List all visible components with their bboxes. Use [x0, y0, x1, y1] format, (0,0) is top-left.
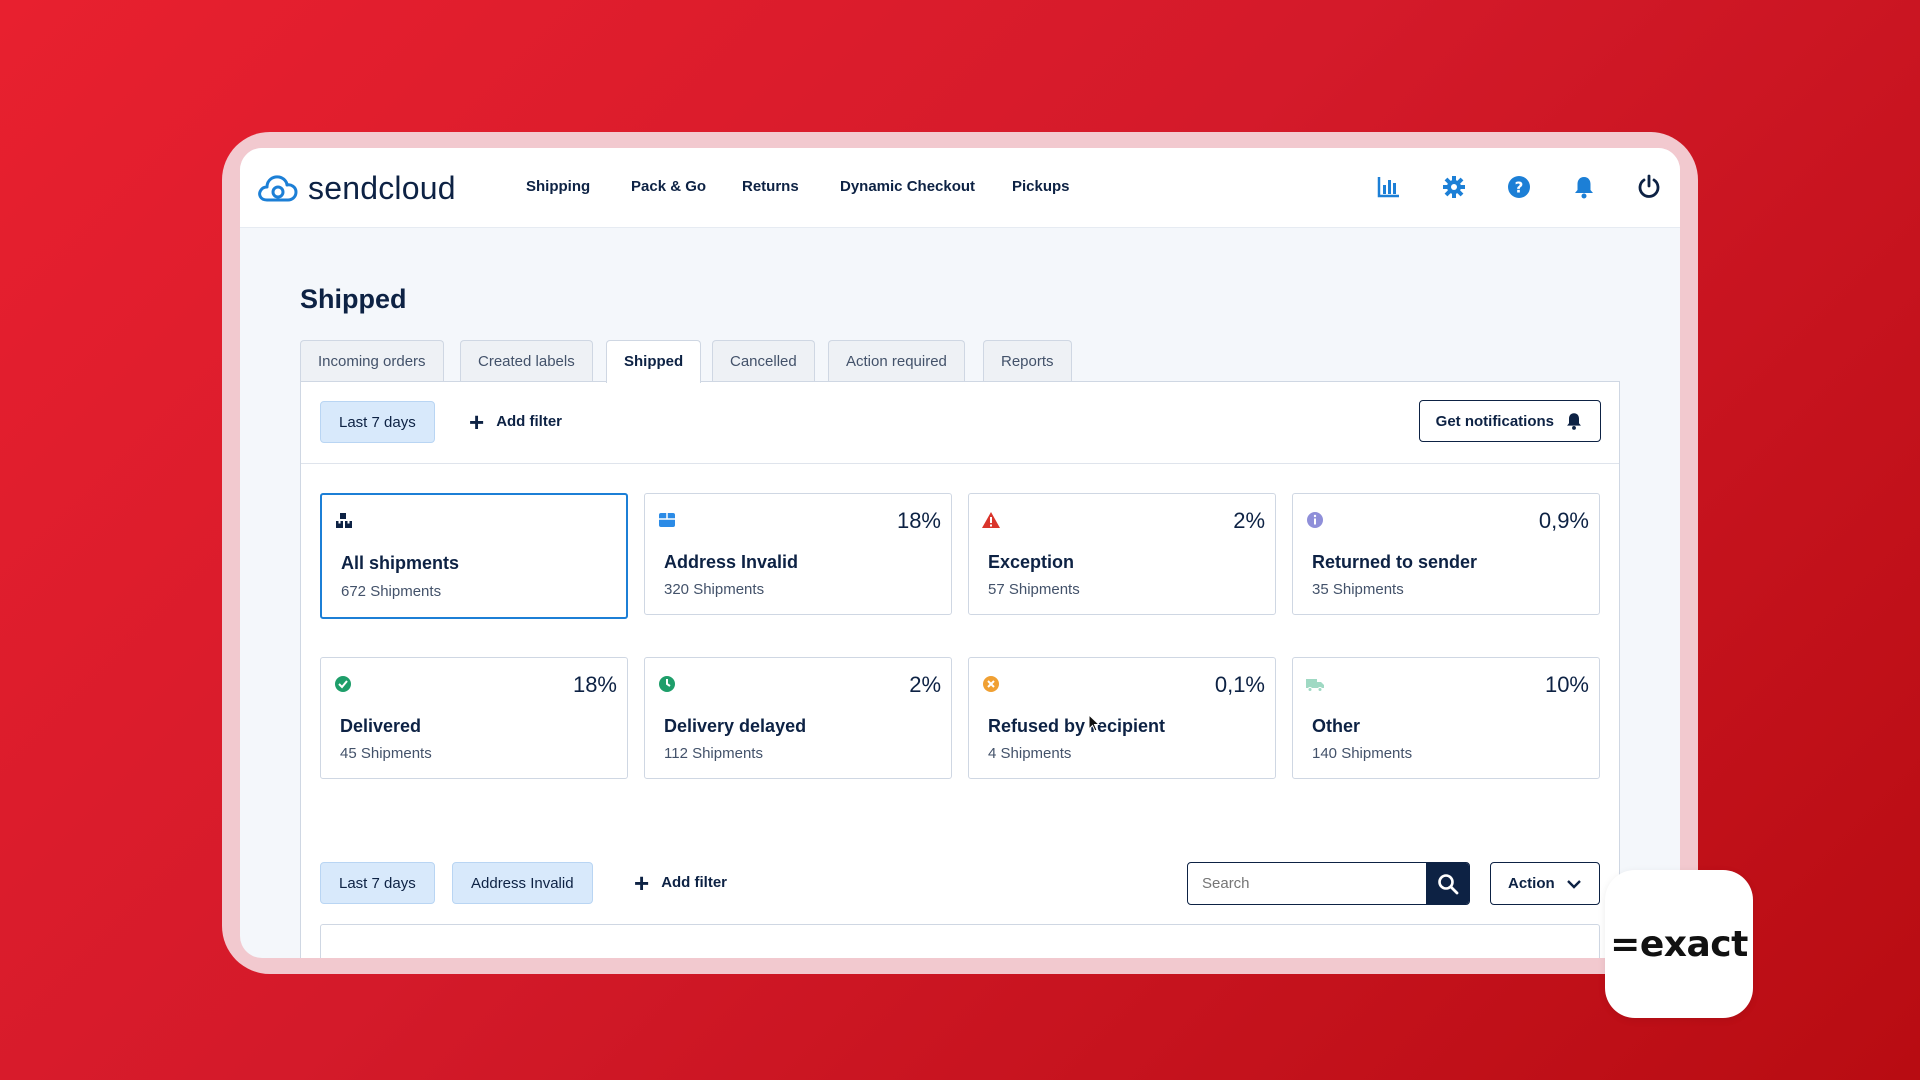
card-percentage: 0,9%	[1538, 508, 1589, 533]
truck-icon	[1305, 674, 1325, 694]
exact-logo-badge: =exact	[1605, 870, 1753, 1018]
exact-logo-text: =exact	[1610, 923, 1748, 965]
status-card-refused-by-recipient[interactable]: 0,1% Refused by recipient 4 Shipments	[968, 657, 1276, 779]
search-button[interactable]	[1426, 863, 1469, 904]
top-navigation: sendcloud Shipping Pack & Go Returns Dyn…	[240, 148, 1680, 228]
mouse-cursor-icon	[1088, 714, 1101, 732]
card-title: Delivered	[340, 716, 422, 736]
x-circle-icon	[981, 674, 1001, 694]
shipments-table	[320, 924, 1600, 958]
sendcloud-logo[interactable]: sendcloud	[256, 168, 456, 208]
add-filter-label: Add filter	[496, 413, 563, 430]
card-count: 35 Shipments	[1312, 581, 1404, 598]
nav-shipping[interactable]: Shipping	[526, 178, 590, 195]
card-percentage: 18%	[572, 672, 617, 697]
date-filter-chip[interactable]: Last 7 days	[320, 401, 435, 443]
card-title: Returned to sender	[1312, 552, 1478, 572]
search-box	[1187, 862, 1470, 905]
nav-dynamic-checkout[interactable]: Dynamic Checkout	[840, 178, 975, 195]
card-count: 112 Shipments	[664, 745, 763, 762]
card-percentage: 18%	[896, 508, 941, 533]
card-percentage: 10%	[1544, 672, 1589, 697]
card-count: 57 Shipments	[988, 581, 1080, 598]
tab-reports[interactable]: Reports	[983, 340, 1072, 382]
status-card-exception[interactable]: 2% Exception 57 Shipments	[968, 493, 1276, 615]
cloud-icon	[258, 175, 298, 202]
plus-icon: +	[634, 868, 650, 898]
status-card-delivery-delayed[interactable]: 2% Delivery delayed 112 Shipments	[644, 657, 952, 779]
analytics-icon[interactable]	[1376, 174, 1402, 200]
card-count: 45 Shipments	[340, 745, 432, 762]
power-icon[interactable]	[1636, 174, 1662, 200]
card-percentage: 2%	[1233, 508, 1265, 533]
tab-action-required[interactable]: Action required	[828, 340, 965, 382]
status-card-all-shipments[interactable]: All shipments 672 Shipments	[320, 493, 628, 619]
date-filter-chip-bottom[interactable]: Last 7 days	[320, 862, 435, 904]
card-title: Refused by recipient	[988, 716, 1166, 736]
bell-icon	[1567, 413, 1581, 430]
boxes-icon	[334, 511, 354, 531]
tab-incoming-orders[interactable]: Incoming orders	[300, 340, 444, 382]
status-card-address-invalid[interactable]: 18% Address Invalid 320 Shipments	[644, 493, 952, 615]
clock-icon	[657, 674, 677, 694]
status-card-other[interactable]: 10% Other 140 Shipments	[1292, 657, 1600, 779]
status-card-delivered[interactable]: 18% Delivered 45 Shipments	[320, 657, 628, 779]
card-title: Exception	[988, 552, 1075, 572]
tab-created-labels[interactable]: Created labels	[460, 340, 593, 382]
action-label: Action	[1508, 875, 1555, 892]
package-icon	[657, 510, 677, 530]
logo-text: sendcloud	[308, 169, 456, 206]
search-input[interactable]	[1188, 863, 1428, 904]
add-filter-label: Add filter	[661, 874, 728, 891]
get-notifications-label: Get notifications	[1435, 412, 1554, 430]
card-percentage: 0,1%	[1214, 672, 1265, 697]
filter-bar: Last 7 days + Add filter Get notificatio…	[301, 382, 1619, 464]
card-count: 140 Shipments	[1312, 745, 1413, 762]
card-title: Address Invalid	[664, 552, 799, 572]
tab-shipped[interactable]: Shipped	[606, 340, 702, 383]
add-filter-button-bottom[interactable]: + Add filter	[634, 862, 727, 904]
search-icon	[1437, 873, 1458, 894]
check-circle-icon	[333, 674, 353, 694]
card-title: Other	[1312, 716, 1361, 736]
help-icon[interactable]: ?	[1506, 174, 1532, 200]
nav-returns[interactable]: Returns	[742, 178, 799, 195]
card-title: All shipments	[341, 553, 460, 573]
tab-cancelled[interactable]: Cancelled	[712, 340, 815, 382]
gear-icon[interactable]	[1441, 174, 1467, 200]
warning-icon	[981, 510, 1001, 530]
chevron-down-icon	[1567, 880, 1581, 889]
app-window: sendcloud Shipping Pack & Go Returns Dyn…	[240, 148, 1680, 958]
add-filter-button[interactable]: + Add filter	[469, 401, 562, 443]
nav-pickups[interactable]: Pickups	[1012, 178, 1070, 195]
status-card-returned-to-sender[interactable]: 0,9% Returned to sender 35 Shipments	[1292, 493, 1600, 615]
plus-icon: +	[469, 407, 485, 437]
action-dropdown[interactable]: Action	[1490, 862, 1600, 905]
info-icon	[1305, 510, 1325, 530]
svg-text:?: ?	[1515, 179, 1524, 197]
card-title: Delivery delayed	[664, 716, 807, 736]
status-filter-chip[interactable]: Address Invalid	[452, 862, 593, 904]
card-count: 672 Shipments	[341, 583, 442, 600]
nav-pack-and-go[interactable]: Pack & Go	[631, 178, 706, 195]
card-count: 4 Shipments	[988, 745, 1072, 762]
get-notifications-button[interactable]: Get notifications	[1418, 400, 1601, 442]
card-percentage: 2%	[909, 672, 941, 697]
page-title: Shipped	[300, 284, 407, 314]
card-count: 320 Shipments	[664, 581, 765, 598]
bell-icon[interactable]	[1571, 174, 1597, 200]
